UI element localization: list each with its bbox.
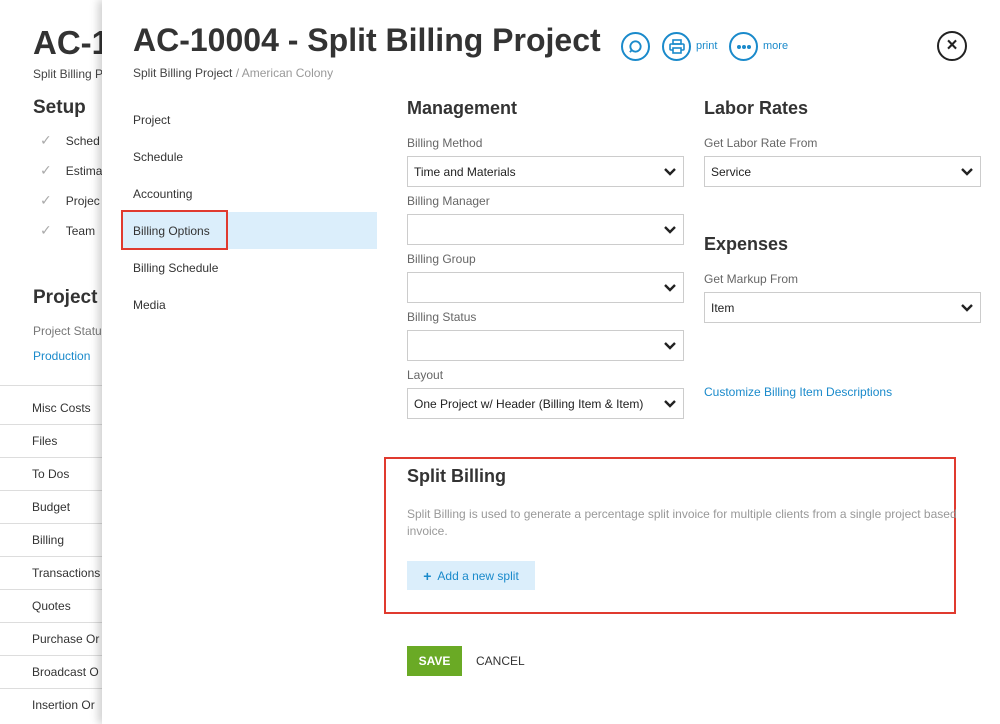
search-icon xyxy=(629,40,642,53)
divider xyxy=(0,622,102,623)
add-new-split-label: Add a new split xyxy=(437,568,519,583)
management-heading: Management xyxy=(407,98,518,118)
markup-value: Item xyxy=(711,300,735,315)
search-button[interactable] xyxy=(621,32,650,61)
billing-method-select[interactable]: Time and Materials xyxy=(407,156,684,187)
bg-nav-files[interactable]: Files xyxy=(32,434,57,448)
expenses-heading: Expenses xyxy=(704,234,789,254)
bg-nav-budget[interactable]: Budget xyxy=(32,500,70,514)
divider xyxy=(0,556,102,557)
breadcrumb: Split Billing Project / American Colony xyxy=(133,66,333,80)
bg-nav-purchase-orders[interactable]: Purchase Or xyxy=(32,632,99,646)
chevron-down-icon xyxy=(664,168,676,176)
bg-nav-misc-costs[interactable]: Misc Costs xyxy=(32,401,91,415)
more-dots-icon xyxy=(736,44,751,49)
nav-billing-schedule[interactable]: Billing Schedule xyxy=(133,261,218,275)
divider xyxy=(0,655,102,656)
check-icon: ✓ xyxy=(40,132,52,148)
nav-accounting[interactable]: Accounting xyxy=(133,187,192,201)
labor-rate-select[interactable]: Service xyxy=(704,156,981,187)
divider xyxy=(0,688,102,689)
divider xyxy=(0,457,102,458)
more-label[interactable]: more xyxy=(763,40,788,52)
chevron-down-icon xyxy=(664,226,676,234)
divider xyxy=(0,589,102,590)
breadcrumb-separator: / xyxy=(235,66,240,80)
labor-rate-value: Service xyxy=(711,164,752,179)
billing-group-label: Billing Group xyxy=(407,252,476,266)
divider xyxy=(0,523,102,524)
annotation-highlight-box xyxy=(121,210,228,250)
bg-setup-item[interactable]: ✓ Sched xyxy=(40,132,100,149)
bg-project-status-label: Project Statu xyxy=(33,324,102,338)
more-button[interactable] xyxy=(729,32,758,61)
plus-icon: + xyxy=(423,567,432,584)
print-button[interactable] xyxy=(662,32,691,61)
close-button[interactable]: × xyxy=(937,31,967,61)
check-icon: ✓ xyxy=(40,162,52,178)
breadcrumb-current[interactable]: Split Billing Project xyxy=(133,66,232,80)
bg-nav-todos[interactable]: To Dos xyxy=(32,467,69,481)
chevron-down-icon xyxy=(961,168,973,176)
check-icon: ✓ xyxy=(40,222,52,238)
billing-group-select[interactable] xyxy=(407,272,684,303)
bg-project-status-value[interactable]: Production xyxy=(33,349,90,363)
nav-project[interactable]: Project xyxy=(133,113,170,127)
markup-label: Get Markup From xyxy=(704,272,799,286)
save-button[interactable]: SAVE xyxy=(407,646,462,676)
bg-nav-quotes[interactable]: Quotes xyxy=(32,599,71,613)
bg-project-heading: Project I xyxy=(33,287,108,308)
close-icon: × xyxy=(946,35,958,56)
bg-setup-item[interactable]: ✓ Estima xyxy=(40,162,102,179)
bg-nav-insertion-orders[interactable]: Insertion Or xyxy=(32,698,95,712)
chevron-down-icon xyxy=(664,284,676,292)
bg-nav-broadcast-orders[interactable]: Broadcast O xyxy=(32,665,99,679)
nav-media[interactable]: Media xyxy=(133,298,166,312)
customize-billing-item-descriptions-link[interactable]: Customize Billing Item Descriptions xyxy=(704,385,892,399)
chevron-down-icon xyxy=(961,304,973,312)
cancel-button[interactable]: CANCEL xyxy=(476,646,525,676)
divider xyxy=(0,385,102,386)
billing-status-label: Billing Status xyxy=(407,310,477,324)
bg-nav-transactions[interactable]: Transactions xyxy=(32,566,100,580)
billing-status-select[interactable] xyxy=(407,330,684,361)
billing-manager-select[interactable] xyxy=(407,214,684,245)
bg-nav-billing[interactable]: Billing xyxy=(32,533,64,547)
layout-value: One Project w/ Header (Billing Item & It… xyxy=(414,396,644,411)
breadcrumb-parent[interactable]: American Colony xyxy=(242,66,333,80)
billing-method-value: Time and Materials xyxy=(414,164,516,179)
divider xyxy=(0,490,102,491)
split-billing-heading: Split Billing xyxy=(407,466,506,486)
add-new-split-button[interactable]: + Add a new split xyxy=(407,561,535,590)
bg-setup-item[interactable]: ✓ Team xyxy=(40,222,95,239)
billing-method-label: Billing Method xyxy=(407,136,483,150)
chevron-down-icon xyxy=(664,342,676,350)
labor-rates-heading: Labor Rates xyxy=(704,98,809,118)
chevron-down-icon xyxy=(664,400,676,408)
divider xyxy=(0,424,102,425)
split-billing-description: Split Billing is used to generate a perc… xyxy=(407,507,957,538)
billing-manager-label: Billing Manager xyxy=(407,194,490,208)
markup-select[interactable]: Item xyxy=(704,292,981,323)
nav-schedule[interactable]: Schedule xyxy=(133,150,183,164)
modal-title: AC-10004 - Split Billing Project xyxy=(133,22,601,58)
bg-page-subtitle: Split Billing P xyxy=(33,67,104,81)
bg-setup-item[interactable]: ✓ Projec xyxy=(40,192,100,209)
labor-rate-label: Get Labor Rate From xyxy=(704,136,818,150)
layout-label: Layout xyxy=(407,368,444,382)
layout-select[interactable]: One Project w/ Header (Billing Item & It… xyxy=(407,388,684,419)
print-label[interactable]: print xyxy=(696,40,717,52)
project-modal: AC-10004 - Split Billing Project Split B… xyxy=(102,0,1000,724)
printer-icon xyxy=(668,39,685,54)
check-icon: ✓ xyxy=(40,192,52,208)
bg-setup-heading: Setup xyxy=(33,97,86,118)
bg-page-title: AC-1 xyxy=(33,24,111,61)
